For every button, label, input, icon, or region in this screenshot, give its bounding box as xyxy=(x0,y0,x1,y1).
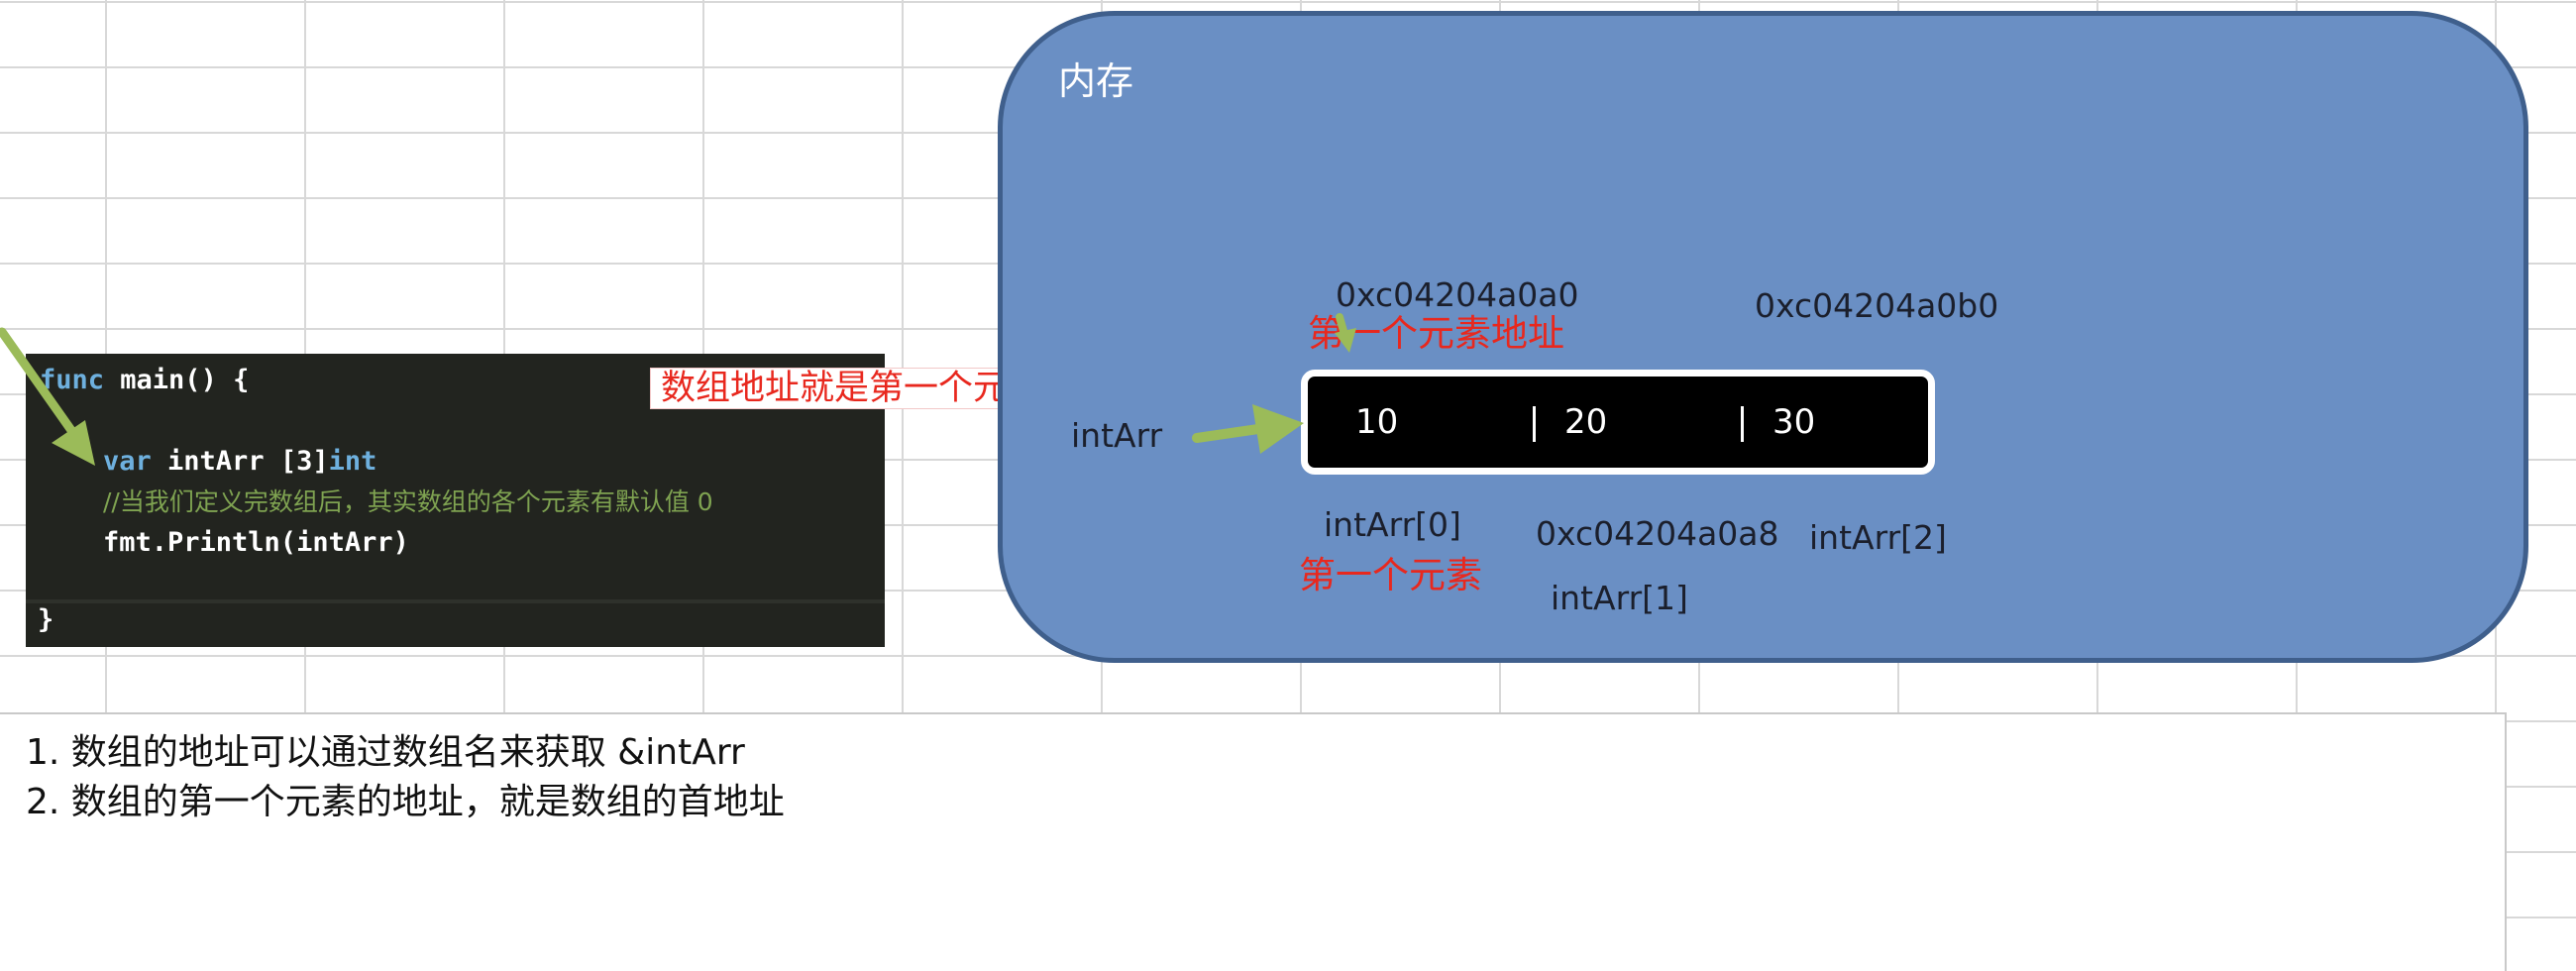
array-cell-2: 30 xyxy=(1772,402,1816,442)
address-element-1: 0xc04204a0a8 xyxy=(1536,514,1779,553)
code-line-var: var intArr [3]int xyxy=(103,445,376,479)
index-label-1: intArr[1] xyxy=(1551,579,1688,617)
cell-separator xyxy=(1533,406,1536,442)
first-element-address-note: 第一个元素地址 xyxy=(1308,312,1564,355)
note-line-2: 2. 数组的第一个元素的地址，就是数组的首地址 xyxy=(26,782,785,822)
code-line-func: func main() { xyxy=(40,364,249,397)
note-line-1: 1. 数组的地址可以通过数组名来获取 &intArr xyxy=(26,732,745,773)
memory-title: 内存 xyxy=(1058,59,1134,103)
array-cell-1: 20 xyxy=(1564,402,1608,442)
code-line-close: } xyxy=(38,604,54,635)
cursor-line xyxy=(26,599,885,603)
var-name: intArr xyxy=(151,446,280,477)
first-element-note: 第一个元素 xyxy=(1299,554,1482,596)
code-line-comment: //当我们定义完数组后，其实数组的各个元素有默认值 0 xyxy=(103,486,881,519)
code-comment: //当我们定义完数组后，其实数组的各个元素有默认值 0 xyxy=(103,487,713,516)
code-line-println: fmt.Println(intArr) xyxy=(103,527,409,558)
memory-panel xyxy=(998,11,2528,663)
index-label-2: intArr[2] xyxy=(1809,518,1947,557)
array-memory-block: 10 20 30 xyxy=(1301,370,1935,475)
address-element-0: 0xc04204a0a0 xyxy=(1336,275,1579,314)
index-label-0: intArr[0] xyxy=(1324,505,1461,544)
address-element-2: 0xc04204a0b0 xyxy=(1755,286,1999,325)
var-type: int xyxy=(328,446,377,477)
var-keyword: var xyxy=(103,446,152,477)
cell-separator xyxy=(1741,406,1744,442)
notes-textbox: 1. 数组的地址可以通过数组名来获取 &intArr 2. 数组的第一个元素的地… xyxy=(0,712,2507,971)
func-keyword: func xyxy=(40,365,105,395)
array-variable-label: intArr xyxy=(1071,416,1163,455)
array-cell-0: 10 xyxy=(1355,402,1399,442)
var-type-prefix: [3] xyxy=(279,446,329,477)
main-signature: main() { xyxy=(104,365,250,395)
